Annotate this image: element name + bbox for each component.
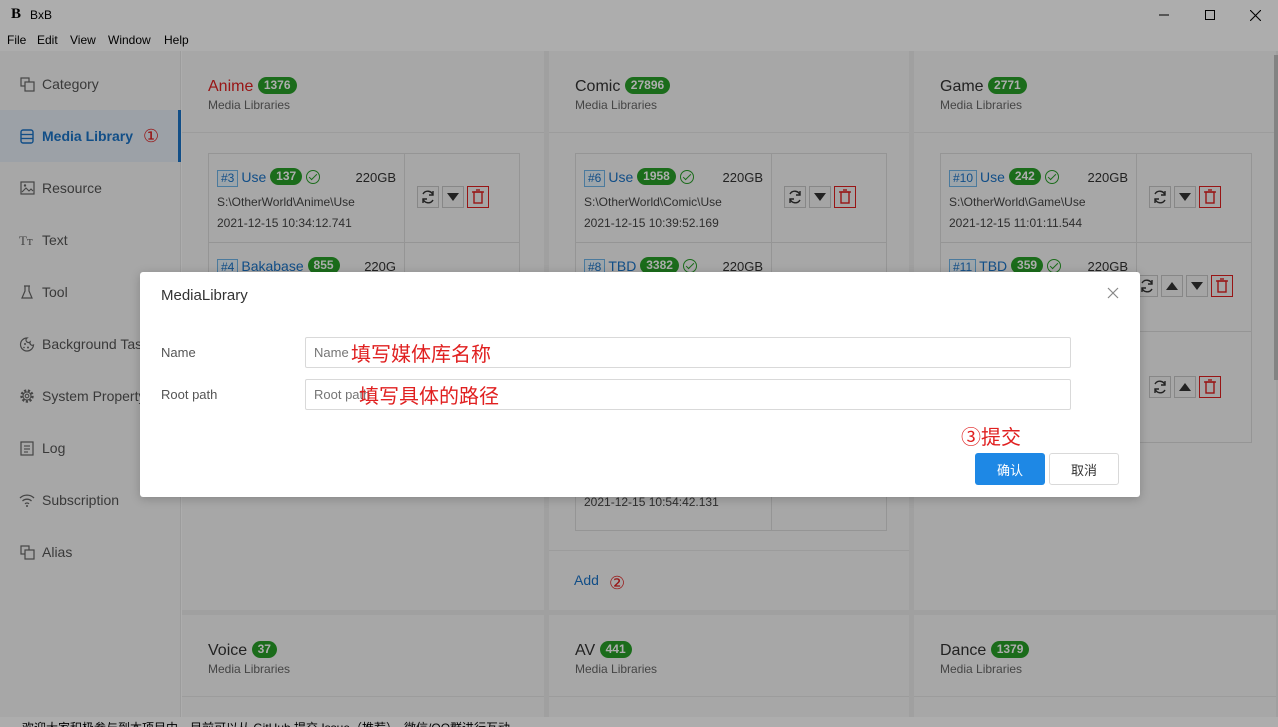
root-path-label: Root path [161,387,218,402]
name-label: Name [161,345,196,360]
confirm-button[interactable]: 确认 [975,453,1045,485]
dialog-close-button[interactable] [1106,286,1120,300]
name-annotation: 填写媒体库名称 [351,344,491,366]
root-path-annotation: 填写具体的路径 [359,386,499,408]
dialog-title: MediaLibrary [161,287,248,304]
media-library-dialog: MediaLibrary Name 填写媒体库名称 Root path 填写具体… [140,272,1140,497]
close-icon [1107,287,1119,299]
submit-annotation: ③提交 [961,427,1021,449]
cancel-button[interactable]: 取消 [1049,453,1119,485]
